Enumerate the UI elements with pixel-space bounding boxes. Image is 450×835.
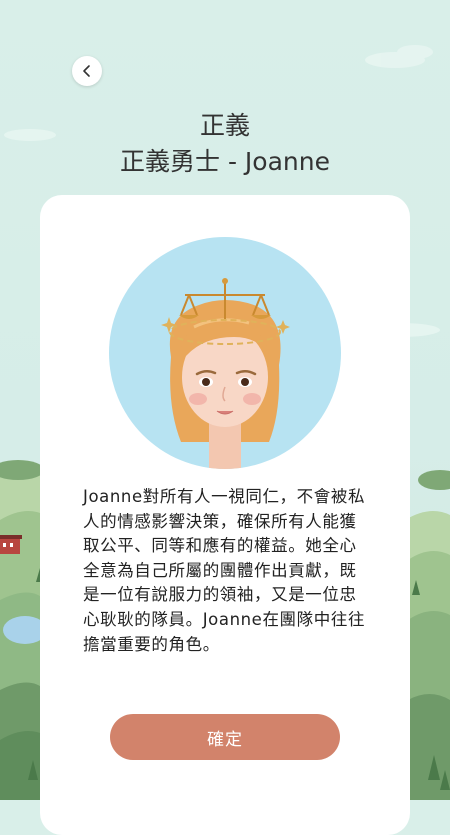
character-avatar bbox=[109, 237, 341, 469]
character-description: Joanne對所有人一視同仁，不會被私人的情感影響決策，確保所有人能獲取公平、同… bbox=[83, 487, 366, 654]
page-title: 正義 bbox=[199, 111, 250, 140]
confirm-button[interactable]: 確定 bbox=[110, 714, 340, 760]
chevron-left-icon bbox=[83, 65, 90, 77]
page-subtitle: 正義勇士 - Joanne bbox=[120, 147, 330, 176]
back-button[interactable] bbox=[72, 56, 102, 86]
